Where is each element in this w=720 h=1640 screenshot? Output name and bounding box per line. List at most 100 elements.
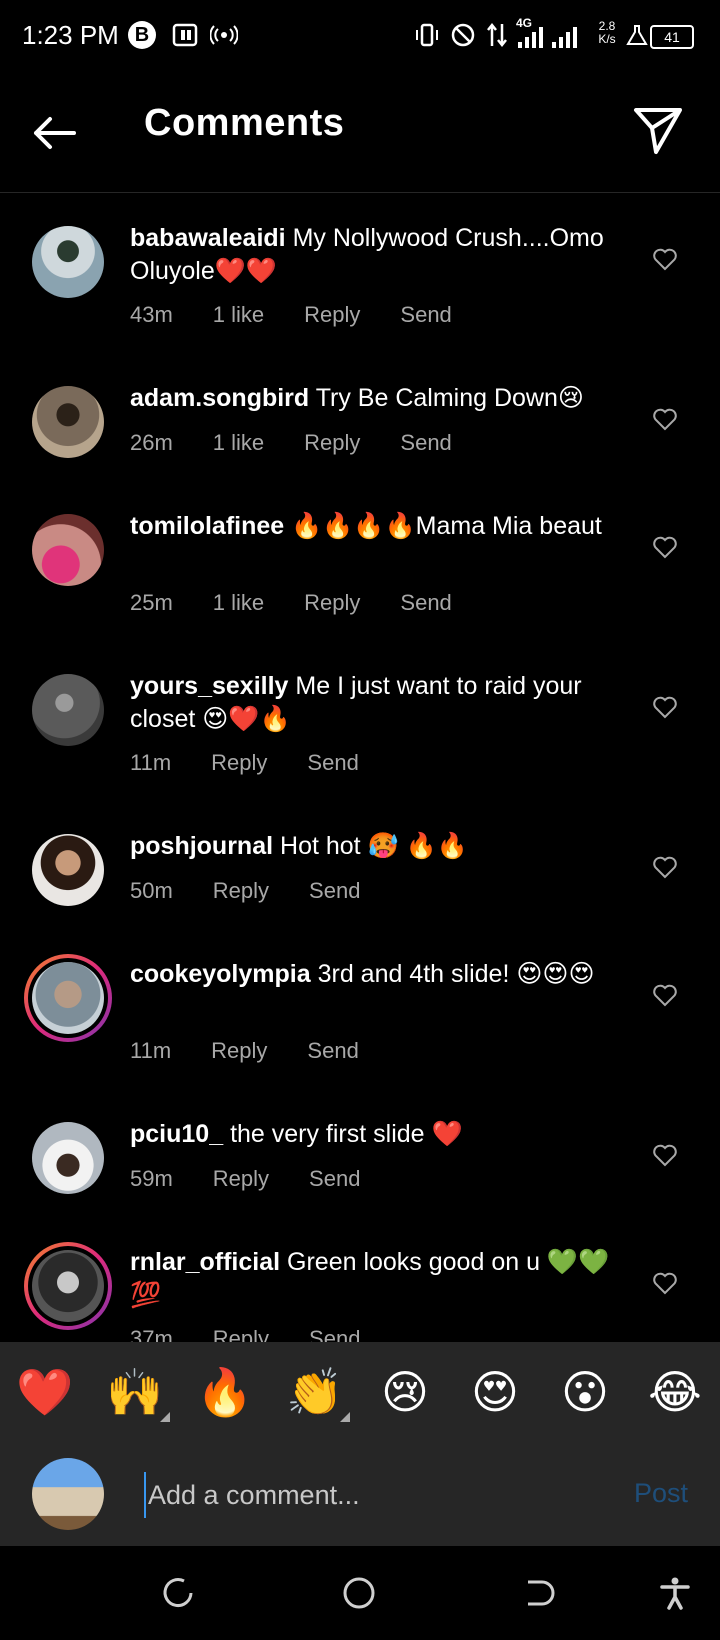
comment-username[interactable]: babawaleaidi: [130, 224, 286, 252]
signal-icon: [518, 27, 577, 48]
comment-body: the very first slide ❤️: [230, 1120, 463, 1148]
comment-likes[interactable]: 1 like: [213, 430, 264, 456]
send-button[interactable]: Send: [307, 1038, 358, 1064]
send-button[interactable]: Send: [307, 750, 358, 776]
reply-button[interactable]: Reply: [211, 1038, 267, 1064]
avatar[interactable]: [32, 1122, 104, 1194]
reply-button[interactable]: Reply: [211, 750, 267, 776]
like-heart-icon[interactable]: [652, 406, 678, 432]
back-nav-icon[interactable]: [522, 1576, 556, 1610]
emoji-raised-hands-button[interactable]: 🙌: [100, 1365, 170, 1422]
comment-username[interactable]: yours_sexilly: [130, 672, 288, 700]
like-heart-icon[interactable]: [652, 1270, 678, 1296]
home-icon[interactable]: [342, 1576, 376, 1610]
wallet-icon: [172, 23, 198, 47]
emoji-laughing-button[interactable]: 😂: [640, 1365, 710, 1419]
skin-tone-indicator: [340, 1411, 350, 1422]
avatar[interactable]: [32, 514, 104, 586]
accessibility-icon[interactable]: [658, 1576, 692, 1610]
avatar[interactable]: [32, 834, 104, 906]
comment-body: 🔥🔥🔥🔥Mama Mia beaut: [291, 512, 602, 540]
send-button[interactable]: Send: [309, 1166, 360, 1192]
net-speed-unit: K/s: [598, 32, 616, 46]
comment-meta: 11m Reply Send: [130, 1038, 359, 1064]
avatar[interactable]: [32, 226, 104, 298]
comment-time: 50m: [130, 878, 173, 903]
comment-username[interactable]: adam.songbird: [130, 384, 309, 412]
comment-text: yours_sexilly Me I just want to raid you…: [130, 670, 630, 736]
comment-meta: 25m 1 like Reply Send: [130, 590, 452, 616]
comment-meta: 26m 1 like Reply Send: [130, 430, 452, 456]
comment-username[interactable]: pciu10_: [130, 1120, 223, 1148]
comment-time: 59m: [130, 1166, 173, 1191]
reply-button[interactable]: Reply: [213, 1326, 269, 1342]
emoji-heart-eyes-button[interactable]: 😍: [460, 1365, 530, 1419]
comment-body: Hot hot 🥵 🔥🔥: [280, 832, 468, 860]
comment-username[interactable]: rnlar_official: [130, 1248, 280, 1276]
send-button[interactable]: Send: [400, 590, 451, 616]
reply-button[interactable]: Reply: [213, 1166, 269, 1192]
skin-tone-indicator: [160, 1411, 170, 1422]
comment-item: yours_sexilly Me I just want to raid you…: [0, 642, 720, 802]
comment-meta: 43m 1 like Reply Send: [130, 302, 452, 328]
avatar-story-ring[interactable]: [24, 954, 112, 1042]
comment-text: adam.songbird Try Be Calming Down😢: [130, 382, 630, 415]
my-avatar: [32, 1458, 104, 1530]
reply-button[interactable]: Reply: [304, 590, 360, 616]
like-heart-icon[interactable]: [652, 982, 678, 1008]
comment-body: 3rd and 4th slide! 😍😍😍: [317, 960, 595, 988]
reply-button[interactable]: Reply: [304, 430, 360, 456]
header: Comments: [0, 72, 720, 193]
reply-button[interactable]: Reply: [213, 878, 269, 904]
paper-plane-icon[interactable]: [632, 104, 684, 156]
send-button[interactable]: Send: [400, 430, 451, 456]
back-arrow-icon[interactable]: [30, 108, 80, 158]
flask-icon: [626, 25, 648, 45]
comment-list[interactable]: babawaleaidi My Nollywood Crush....Omo O…: [0, 194, 720, 1342]
do-not-disturb-icon: [451, 23, 475, 47]
post-button[interactable]: Post: [634, 1478, 688, 1509]
comment-text: poshjournal Hot hot 🥵 🔥🔥: [130, 830, 630, 863]
like-heart-icon[interactable]: [652, 694, 678, 720]
avatar[interactable]: [32, 674, 104, 746]
comment-composer: Post: [0, 1442, 720, 1546]
emoji-heart-button[interactable]: ❤️: [10, 1365, 80, 1420]
comment-body: Try Be Calming Down😢: [315, 384, 584, 412]
vibrate-icon: [416, 23, 438, 47]
like-heart-icon[interactable]: [652, 1142, 678, 1168]
comment-username[interactable]: cookeyolympia: [130, 960, 311, 988]
comment-username[interactable]: tomilolafinee: [130, 512, 284, 540]
like-heart-icon[interactable]: [652, 246, 678, 272]
comment-time: 43m: [130, 302, 173, 327]
comment-item: babawaleaidi My Nollywood Crush....Omo O…: [0, 194, 720, 354]
like-heart-icon[interactable]: [652, 534, 678, 560]
emoji-surprised-button[interactable]: 😮: [550, 1365, 620, 1419]
comment-text: tomilolafinee 🔥🔥🔥🔥Mama Mia beaut: [130, 510, 630, 543]
send-button[interactable]: Send: [309, 878, 360, 904]
comment-meta: 59m Reply Send: [130, 1166, 360, 1192]
recent-apps-icon[interactable]: [162, 1576, 196, 1610]
net-speed: 2.8 K/s: [594, 20, 620, 46]
hotspot-icon: [210, 25, 238, 45]
avatar-story-ring[interactable]: [24, 1242, 112, 1330]
emoji-clap-button[interactable]: 👏: [280, 1365, 350, 1422]
data-transfer-icon: [487, 22, 507, 48]
like-heart-icon[interactable]: [652, 854, 678, 880]
comment-item: adam.songbird Try Be Calming Down😢 26m 1…: [0, 354, 720, 482]
avatar[interactable]: [32, 386, 104, 458]
comment-username[interactable]: poshjournal: [130, 832, 273, 860]
send-button[interactable]: Send: [309, 1326, 360, 1342]
reply-button[interactable]: Reply: [304, 302, 360, 328]
comment-likes[interactable]: 1 like: [213, 590, 264, 616]
comment-meta: 11m Reply Send: [130, 750, 359, 776]
status-bar: 1:23 PM B 4G 2.8 K/s 41: [0, 0, 720, 72]
emoji-crying-button[interactable]: 😢: [370, 1365, 440, 1419]
comment-time: 26m: [130, 430, 173, 455]
emoji-fire-button[interactable]: 🔥: [190, 1365, 260, 1420]
comment-likes[interactable]: 1 like: [213, 302, 264, 328]
net-speed-value: 2.8: [598, 19, 616, 33]
comment-input[interactable]: [144, 1472, 620, 1518]
send-button[interactable]: Send: [400, 302, 451, 328]
comment-time: 37m: [130, 1326, 173, 1342]
emoji-raised-hands: 🙌: [106, 1365, 164, 1418]
